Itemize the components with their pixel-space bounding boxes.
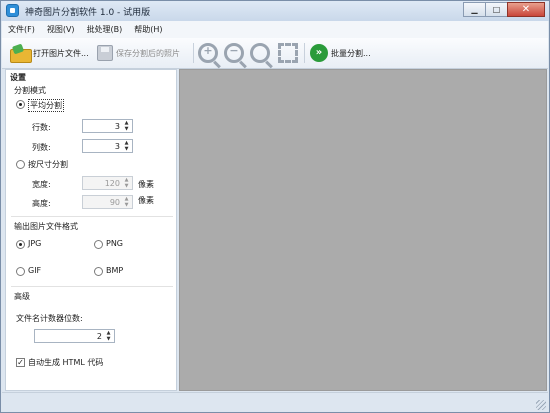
menu-view[interactable]: 视图(V) [41, 24, 81, 35]
size-split-radio[interactable] [16, 160, 25, 169]
image-canvas[interactable] [179, 69, 547, 391]
maximize-button[interactable]: □ [485, 2, 508, 17]
app-icon [6, 4, 19, 17]
png-radio[interactable] [94, 240, 103, 249]
height-value: 90 [109, 198, 120, 207]
gif-label[interactable]: GIF [28, 266, 41, 275]
open-image-label: 打开图片文件... [33, 48, 89, 58]
fit-window-icon[interactable] [278, 43, 298, 63]
batch-split-button[interactable]: » 批量分割... [310, 42, 371, 64]
width-stepper[interactable]: 120 ▲ ▼ [82, 176, 133, 190]
rows-label: 行数: [32, 123, 51, 132]
save-split-label: 保存分割后的照片 [116, 48, 180, 58]
fast-forward-icon: » [310, 44, 328, 62]
open-folder-icon [10, 45, 32, 63]
settings-header: 设置 [10, 73, 26, 82]
zoom-in-icon[interactable]: + [198, 43, 218, 63]
close-icon: ✕ [521, 4, 531, 15]
counter-digits-label: 文件名计数器位数: [16, 314, 83, 323]
counter-digits-stepper[interactable]: 2 ▲ ▼ [34, 329, 115, 343]
rows-stepper[interactable]: 3 ▲ ▼ [82, 119, 133, 133]
counter-digits-value: 2 [96, 332, 102, 341]
settings-panel: 设置 分割模式 平均分割 行数: 3 ▲ ▼ 列数: 3 ▲ ▼ 按尺寸分割 宽度:… [5, 69, 177, 391]
width-unit: 像素 [138, 180, 154, 189]
menu-file[interactable]: 文件(F) [2, 24, 41, 35]
bmp-radio[interactable] [94, 267, 103, 276]
even-split-label[interactable]: 平均分割 [28, 99, 64, 112]
advanced-title: 高级 [14, 292, 30, 301]
menu-help[interactable]: 帮助(H) [128, 24, 168, 35]
title-bar: 神奇图片分割软件 1.0 - 试用版 ▁ □ ✕ [1, 1, 549, 21]
status-bar [2, 392, 548, 412]
menu-batch[interactable]: 批处理(B) [81, 24, 129, 35]
toolbar-separator [193, 43, 194, 63]
width-label: 宽度: [32, 180, 51, 189]
stepper-arrows-icon[interactable]: ▲ ▼ [123, 140, 130, 152]
height-label: 高度: [32, 199, 51, 208]
close-button[interactable]: ✕ [507, 2, 545, 17]
png-label[interactable]: PNG [106, 239, 123, 248]
open-image-button[interactable]: 打开图片文件... [10, 42, 89, 64]
menu-bar: 文件(F) 视图(V) 批处理(B) 帮助(H) [2, 21, 548, 38]
width-value: 120 [104, 179, 120, 188]
cols-label: 列数: [32, 143, 51, 152]
zoom-out-icon[interactable]: − [224, 43, 244, 63]
window-title: 神奇图片分割软件 1.0 - 试用版 [25, 8, 151, 18]
stepper-arrows-icon[interactable]: ▲ ▼ [123, 177, 130, 189]
cols-stepper[interactable]: 3 ▲ ▼ [82, 139, 133, 153]
rows-value: 3 [114, 122, 120, 131]
batch-split-label: 批量分割... [331, 48, 371, 58]
minimize-icon: ▁ [471, 5, 478, 14]
split-mode-title: 分割模式 [14, 86, 46, 95]
bmp-label[interactable]: BMP [106, 266, 123, 275]
stepper-arrows-icon[interactable]: ▲ ▼ [123, 120, 130, 132]
maximize-icon: □ [492, 5, 501, 14]
cols-value: 3 [114, 142, 120, 151]
even-split-radio[interactable] [16, 100, 25, 109]
size-split-label[interactable]: 按尺寸分割 [28, 159, 68, 170]
stepper-arrows-icon[interactable]: ▲ ▼ [123, 196, 130, 208]
jpg-label[interactable]: JPG [28, 239, 41, 248]
stepper-arrows-icon[interactable]: ▲ ▼ [105, 330, 112, 342]
gif-radio[interactable] [16, 267, 25, 276]
height-stepper[interactable]: 90 ▲ ▼ [82, 195, 133, 209]
section-divider [11, 216, 173, 217]
save-disk-icon [97, 45, 113, 61]
section-divider [11, 286, 173, 287]
height-unit: 像素 [138, 196, 154, 205]
resize-grip-icon[interactable] [536, 400, 546, 410]
generate-html-label[interactable]: 自动生成 HTML 代码 [28, 357, 103, 368]
toolbar: 打开图片文件... 保存分割后的照片 + − » 批量分割... [2, 38, 548, 69]
save-split-button[interactable]: 保存分割后的照片 [97, 42, 180, 64]
minimize-button[interactable]: ▁ [463, 2, 486, 17]
window-controls: ▁ □ ✕ [463, 2, 545, 17]
generate-html-checkbox[interactable]: ✓ [16, 358, 25, 367]
app-window: 神奇图片分割软件 1.0 - 试用版 ▁ □ ✕ 文件(F) 视图(V) 批处理… [0, 0, 550, 413]
jpg-radio[interactable] [16, 240, 25, 249]
output-format-title: 输出图片文件格式 [14, 222, 78, 231]
toolbar-separator [304, 43, 305, 63]
zoom-actual-icon[interactable] [250, 43, 270, 63]
